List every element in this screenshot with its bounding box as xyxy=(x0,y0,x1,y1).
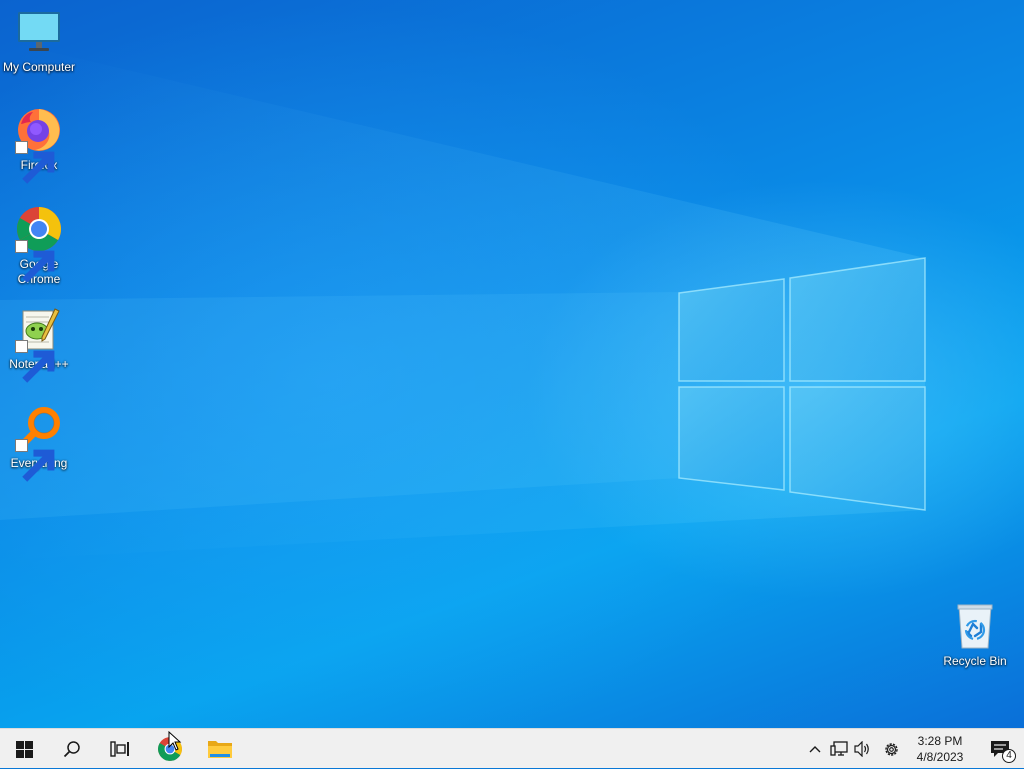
notepad-plus-plus-icon xyxy=(15,305,63,383)
desktop-icon-everything[interactable]: Everything xyxy=(0,404,81,482)
taskbar-clock[interactable]: 3:28 PM 4/8/2023 xyxy=(904,729,976,769)
desktop-icon-my-computer[interactable]: My Computer xyxy=(0,8,81,75)
chevron-up-icon xyxy=(809,746,821,753)
desktop-icon-firefox[interactable]: Firefox xyxy=(0,106,81,184)
firefox-icon xyxy=(15,106,63,184)
clock-time: 3:28 PM xyxy=(917,734,963,748)
search-button[interactable] xyxy=(48,729,96,769)
start-button[interactable] xyxy=(0,729,48,769)
folder-icon xyxy=(208,741,232,758)
action-center-button[interactable]: 4 xyxy=(976,729,1024,769)
desktop-icon-notepad-plus-plus[interactable]: Notepad++ xyxy=(0,305,81,383)
everything-search-icon xyxy=(15,404,63,482)
desktop-icon-label: My Computer xyxy=(2,60,76,74)
chrome-icon xyxy=(15,205,63,283)
clock-date: 4/8/2023 xyxy=(916,750,964,764)
search-icon xyxy=(63,741,80,758)
mouse-cursor-icon xyxy=(168,731,182,751)
wallpaper xyxy=(0,40,926,560)
task-view-icon xyxy=(110,741,129,757)
settings-tray-button[interactable] xyxy=(879,729,903,769)
desktop-icon-label: Recycle Bin xyxy=(943,654,1007,668)
network-tray-button[interactable] xyxy=(827,729,851,769)
taskbar-file-explorer-button[interactable] xyxy=(196,729,244,769)
volume-tray-button[interactable] xyxy=(851,729,875,769)
network-icon xyxy=(830,741,848,756)
settings-gear-icon xyxy=(884,742,898,756)
shortcut-arrow-icon xyxy=(15,240,55,283)
recycle-bin-icon xyxy=(951,602,999,650)
show-hidden-icons-button[interactable] xyxy=(803,729,827,769)
shortcut-arrow-icon xyxy=(15,141,55,184)
shortcut-arrow-icon xyxy=(15,439,55,482)
desktop-icon-recycle-bin[interactable]: Recycle Bin xyxy=(933,602,1017,669)
task-view-button[interactable] xyxy=(96,729,144,769)
notification-count-badge: 4 xyxy=(1002,749,1016,763)
desktop[interactable]: My Computer Firefox Google Chrome Notepa… xyxy=(0,0,1024,728)
taskbar: 3:28 PM 4/8/2023 4 xyxy=(0,728,1024,768)
desktop-icon-google-chrome[interactable]: Google Chrome xyxy=(0,205,81,287)
volume-icon xyxy=(854,741,869,757)
monitor-icon xyxy=(15,8,63,56)
shortcut-arrow-icon xyxy=(15,340,55,383)
windows-start-icon xyxy=(15,740,33,758)
